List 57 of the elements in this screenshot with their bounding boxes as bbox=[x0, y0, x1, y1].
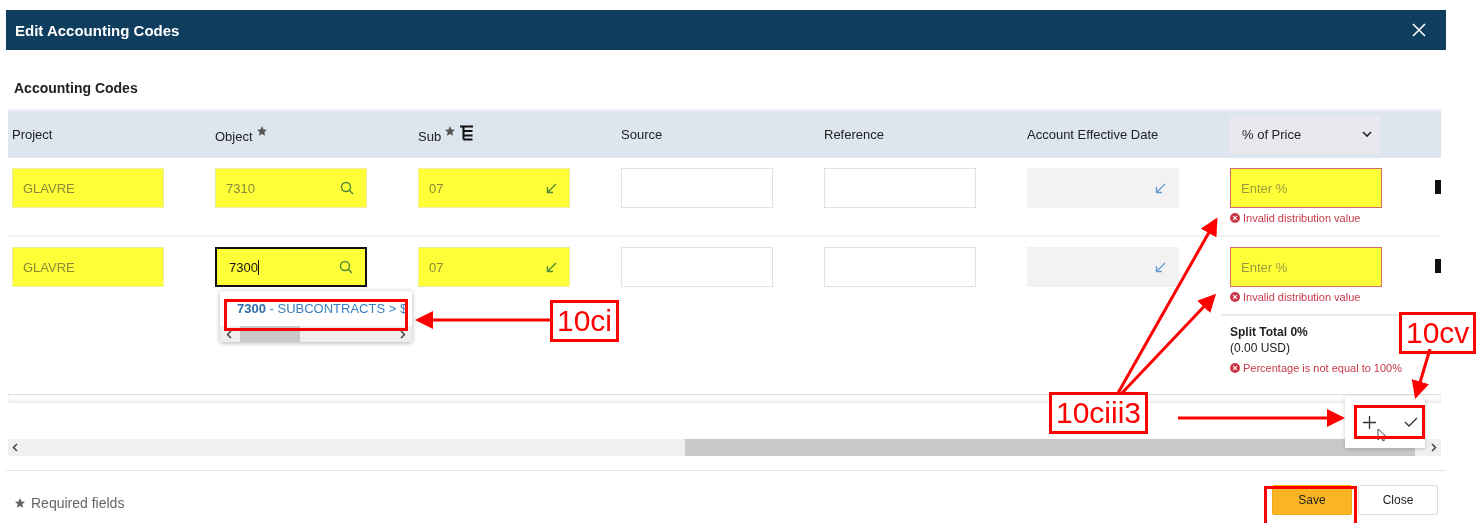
arrow-down-left-icon[interactable] bbox=[546, 261, 557, 273]
save-button[interactable]: Save bbox=[1272, 485, 1352, 515]
horizontal-scrollbar[interactable] bbox=[8, 439, 1441, 456]
input-field[interactable]: 7310 bbox=[215, 168, 367, 208]
scroll-right-icon[interactable] bbox=[1431, 443, 1437, 452]
chevron-down-icon bbox=[1362, 131, 1372, 138]
input-field[interactable]: GLAVRE bbox=[12, 168, 164, 208]
input-field[interactable]: 07 bbox=[418, 168, 570, 208]
scroll-right-icon[interactable] bbox=[400, 329, 406, 339]
column-header: Account Effective Date bbox=[1027, 126, 1159, 143]
input-field[interactable]: GLAVRE bbox=[12, 247, 164, 287]
search-icon[interactable] bbox=[339, 260, 353, 274]
callout-label: 10ci bbox=[550, 300, 620, 342]
input-field[interactable] bbox=[824, 247, 976, 287]
search-icon[interactable] bbox=[340, 181, 354, 195]
input-field[interactable]: 07 bbox=[418, 247, 570, 287]
plus-icon[interactable] bbox=[1363, 415, 1376, 429]
column-header: Source bbox=[621, 126, 663, 143]
section-title: Accounting Codes bbox=[14, 80, 138, 96]
percent-input[interactable]: Enter % bbox=[1230, 247, 1382, 287]
scrollbar-thumb[interactable] bbox=[685, 439, 1415, 456]
callout-label: 10cv bbox=[1399, 312, 1477, 354]
star-icon bbox=[14, 497, 26, 509]
scroll-left-icon[interactable] bbox=[226, 329, 232, 339]
input-field[interactable]: 7300 bbox=[215, 247, 367, 287]
column-header: Reference bbox=[824, 126, 884, 143]
annotation-arrow bbox=[1411, 348, 1432, 399]
checkmark-icon[interactable] bbox=[1404, 417, 1418, 427]
error-icon bbox=[1230, 292, 1240, 302]
arrow-down-left-icon[interactable] bbox=[1155, 261, 1166, 273]
percent-input[interactable]: Enter % bbox=[1230, 168, 1382, 208]
column-header: Object bbox=[215, 128, 253, 145]
close-button[interactable]: Close bbox=[1358, 485, 1438, 515]
cursor-icon bbox=[1377, 428, 1387, 442]
arrow-down-left-icon[interactable] bbox=[546, 182, 557, 194]
error-message: Invalid distribution value bbox=[1243, 212, 1361, 224]
column-header: Sub bbox=[418, 128, 442, 145]
input-field[interactable] bbox=[824, 168, 976, 208]
required-fields-note: Required fields bbox=[31, 495, 125, 511]
close-icon[interactable] bbox=[1412, 23, 1426, 37]
date-field[interactable] bbox=[1027, 168, 1179, 208]
dialog-title: Edit Accounting Codes bbox=[15, 21, 180, 39]
error-icon bbox=[1230, 213, 1240, 223]
input-field[interactable] bbox=[621, 247, 773, 287]
callout-label: 10ciii3 bbox=[1049, 392, 1149, 434]
error-icon bbox=[1230, 363, 1240, 373]
split-amount: (0.00 USD) bbox=[1230, 340, 1292, 356]
arrow-down-left-icon[interactable] bbox=[1155, 182, 1166, 194]
error-message: Percentage is not equal to 100% bbox=[1243, 361, 1402, 376]
highlight-frame bbox=[1354, 405, 1425, 439]
date-field[interactable] bbox=[1027, 247, 1179, 287]
column-header: Project bbox=[12, 126, 53, 143]
hierarchy-icon[interactable] bbox=[459, 124, 475, 141]
error-message: Invalid distribution value bbox=[1243, 291, 1361, 303]
price-basis-dropdown[interactable]: % of Price bbox=[1230, 114, 1380, 155]
scroll-left-icon[interactable] bbox=[12, 443, 18, 452]
input-field[interactable] bbox=[621, 168, 773, 208]
